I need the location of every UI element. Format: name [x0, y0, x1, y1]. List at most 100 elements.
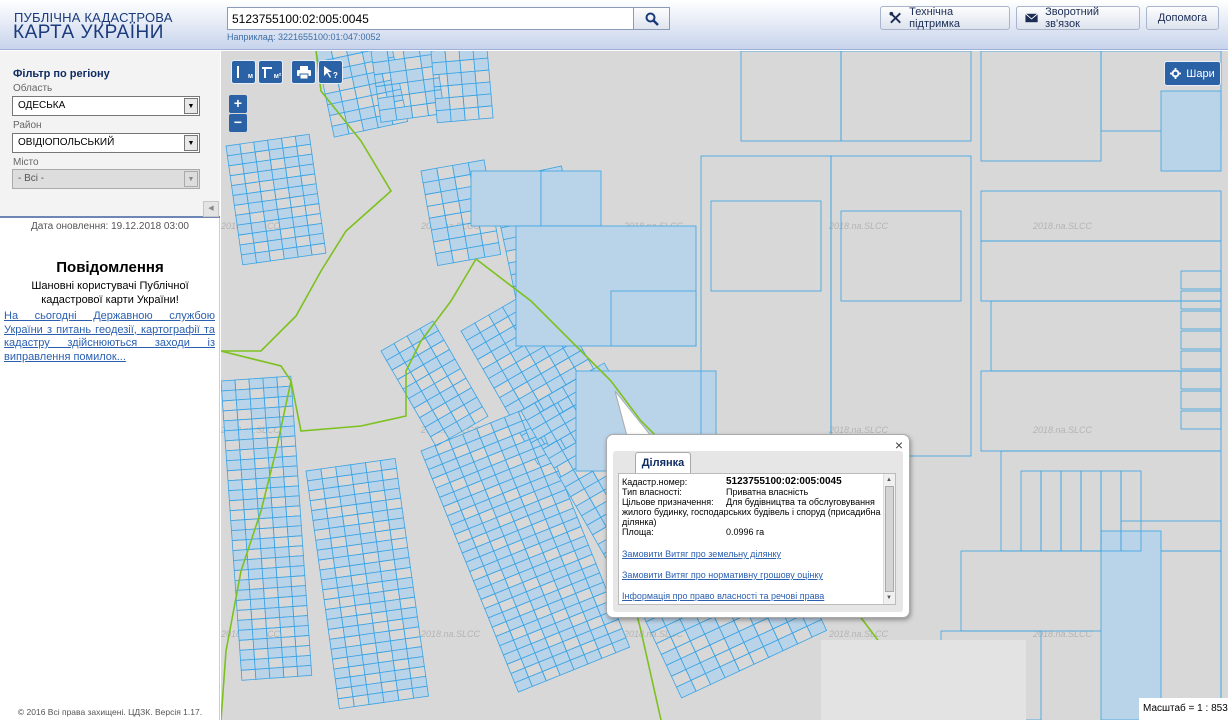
- land-parcels[interactable]: [221, 51, 1222, 720]
- land-parcel[interactable]: [265, 617, 281, 629]
- land-parcel[interactable]: [281, 445, 297, 458]
- land-parcel[interactable]: [242, 498, 259, 511]
- land-parcel[interactable]: [279, 425, 296, 438]
- land-parcel[interactable]: [411, 685, 429, 699]
- land-parcel[interactable]: [284, 495, 301, 508]
- land-parcel[interactable]: [445, 60, 462, 75]
- land-parcel[interactable]: [295, 645, 311, 657]
- land-parcel[interactable]: [258, 527, 275, 540]
- land-parcel[interactable]: [980, 51, 1102, 162]
- land-parcel[interactable]: [226, 459, 242, 472]
- land-parcel[interactable]: [250, 407, 267, 420]
- land-parcel[interactable]: [367, 692, 385, 705]
- land-parcel[interactable]: [250, 608, 267, 620]
- land-parcel[interactable]: [1180, 290, 1222, 310]
- land-parcel[interactable]: [482, 242, 502, 258]
- land-parcel[interactable]: [290, 575, 306, 588]
- land-parcel[interactable]: [450, 247, 470, 264]
- land-parcel[interactable]: [1100, 530, 1162, 720]
- land-parcel[interactable]: [238, 438, 255, 451]
- land-parcel[interactable]: [264, 406, 281, 419]
- land-parcel[interactable]: [237, 619, 253, 631]
- land-parcel[interactable]: [477, 105, 494, 120]
- land-parcel[interactable]: [288, 555, 305, 568]
- cadastral-search-input[interactable]: [227, 7, 634, 30]
- land-parcel[interactable]: [235, 398, 252, 411]
- land-parcel[interactable]: [268, 666, 285, 679]
- land-parcel[interactable]: [262, 577, 278, 589]
- land-parcel[interactable]: [252, 437, 269, 450]
- land-parcel[interactable]: [227, 479, 244, 492]
- land-parcel[interactable]: [474, 69, 491, 84]
- measure-distance-button[interactable]: м: [231, 60, 256, 84]
- land-parcel[interactable]: [254, 250, 271, 264]
- land-parcel[interactable]: [271, 506, 288, 519]
- land-parcel[interactable]: [240, 668, 257, 681]
- land-parcel[interactable]: [283, 475, 299, 488]
- land-parcel[interactable]: [292, 605, 308, 617]
- land-parcel[interactable]: [268, 656, 284, 669]
- land-parcel[interactable]: [221, 399, 238, 412]
- land-parcel[interactable]: [296, 664, 313, 677]
- land-parcel[interactable]: [274, 546, 290, 559]
- land-parcel[interactable]: [276, 576, 292, 588]
- land-parcel[interactable]: [278, 606, 295, 618]
- land-parcel[interactable]: [234, 378, 251, 391]
- land-parcel[interactable]: [231, 539, 248, 552]
- land-parcel[interactable]: [288, 545, 304, 558]
- land-parcel[interactable]: [263, 587, 279, 599]
- land-parcel[interactable]: [258, 517, 274, 530]
- land-parcel[interactable]: [239, 448, 255, 461]
- land-parcel[interactable]: [246, 548, 262, 561]
- land-parcel[interactable]: [228, 499, 245, 512]
- scroll-up-icon[interactable]: ▲: [886, 475, 892, 485]
- land-parcel[interactable]: [470, 170, 542, 227]
- land-parcel[interactable]: [272, 526, 289, 539]
- land-parcel[interactable]: [448, 95, 465, 110]
- land-parcel[interactable]: [263, 396, 280, 409]
- land-parcel[interactable]: [396, 687, 415, 701]
- land-parcel[interactable]: [225, 449, 241, 462]
- land-parcel[interactable]: [228, 489, 244, 502]
- land-parcel[interactable]: [221, 379, 237, 392]
- land-parcel[interactable]: [273, 536, 290, 549]
- land-parcel[interactable]: [1180, 410, 1222, 430]
- land-parcel[interactable]: [1040, 470, 1062, 552]
- land-parcel[interactable]: [230, 519, 246, 532]
- land-parcel[interactable]: [238, 628, 254, 641]
- land-parcel[interactable]: [289, 565, 306, 578]
- land-parcel[interactable]: [253, 647, 269, 660]
- land-parcel[interactable]: [263, 386, 279, 399]
- land-parcel[interactable]: [1020, 470, 1042, 552]
- land-parcel[interactable]: [236, 609, 253, 621]
- search-button[interactable]: [634, 7, 670, 30]
- land-parcel[interactable]: [265, 416, 281, 429]
- land-parcel[interactable]: [263, 597, 280, 609]
- land-parcel[interactable]: [331, 122, 350, 138]
- land-parcel[interactable]: [1080, 470, 1102, 552]
- land-parcel[interactable]: [267, 646, 283, 659]
- land-parcel[interactable]: [224, 439, 241, 452]
- land-parcel[interactable]: [261, 557, 277, 570]
- land-parcel[interactable]: [830, 155, 972, 457]
- land-parcel[interactable]: [285, 505, 302, 518]
- land-parcel[interactable]: [337, 696, 355, 710]
- land-parcel[interactable]: [247, 568, 264, 580]
- land-parcel[interactable]: [222, 409, 239, 422]
- land-parcel[interactable]: [254, 467, 271, 480]
- identify-button[interactable]: ?: [318, 60, 343, 84]
- land-parcel[interactable]: [462, 94, 479, 109]
- land-parcel[interactable]: [261, 567, 278, 579]
- land-parcel[interactable]: [235, 388, 251, 401]
- order-valuation-extract-link[interactable]: Замовити Витяг про нормативну грошову оц…: [622, 570, 823, 580]
- land-parcel[interactable]: [240, 468, 257, 481]
- land-parcel[interactable]: [266, 436, 283, 449]
- land-parcel[interactable]: [282, 455, 298, 468]
- land-parcel[interactable]: [240, 458, 256, 471]
- ownership-info-link[interactable]: Інформація про право власності та речові…: [622, 591, 824, 601]
- message-link[interactable]: На сьогодні Державною службою України з …: [4, 310, 215, 364]
- help-button[interactable]: Допомога: [1146, 6, 1219, 30]
- district-select[interactable]: ОВІДІОПОЛЬСЬКИЙ ▼: [12, 133, 200, 153]
- land-parcel[interactable]: [352, 694, 370, 708]
- land-parcel[interactable]: [540, 170, 602, 227]
